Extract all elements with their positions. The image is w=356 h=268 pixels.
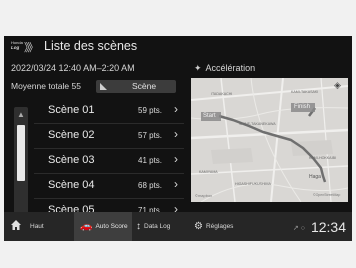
chevron-right-icon: › — [174, 152, 178, 166]
bottom-nav: Haut 🚗 Auto Score ↕ Data Log ⚙ Réglages ↗ ○… — [4, 212, 352, 241]
scene-row[interactable]: Scène 04 68 pts. › — [34, 174, 184, 199]
signal-icon: ↗ ○ — [292, 225, 305, 233]
header-bar: Honda Log 》》 Liste des scènes — [4, 36, 352, 56]
map-place-label: ITADAKACHI — [211, 92, 233, 96]
map-layers-icon[interactable]: ◈ — [334, 80, 341, 91]
page-title: Liste des scènes — [44, 39, 138, 53]
scroll-up-icon[interactable]: ▲ — [14, 107, 28, 123]
session-date-range: 2022/03/24 12:40 AM–2:20 AM — [11, 63, 135, 73]
map-finish-label: Finish — [294, 104, 311, 110]
map-place-label: KAMI-TAKASAKI — [291, 90, 319, 94]
corner-triangle-icon — [100, 83, 107, 90]
app-logo: Honda Log — [11, 40, 23, 50]
scene-row[interactable]: Scène 01 59 pts. › — [34, 99, 184, 124]
chevron-right-icon: › — [174, 127, 178, 141]
nav-data-log[interactable]: ↕ Data Log — [136, 212, 188, 241]
acceleration-icon: ✦ — [194, 63, 202, 73]
map-start-label: Start — [203, 113, 216, 119]
scene-tab[interactable]: Scène — [96, 80, 176, 93]
breadcrumb-chevrons: 》》 — [24, 42, 38, 54]
map-place-label: KAMI-HOKKAIBI — [309, 156, 336, 160]
scene-points: 59 pts. — [138, 106, 163, 115]
scene-points: 57 pts. — [138, 131, 163, 140]
total-average: Moyenne totale 55 — [11, 81, 81, 91]
scene-name: Scène 02 — [48, 129, 95, 141]
clock: 12:34 — [310, 219, 346, 235]
map-attribution: ©mapbox — [195, 193, 213, 198]
status-area: ↗ ○ 12:34 — [293, 219, 346, 235]
map-place-label: Haga — [309, 174, 321, 180]
scene-name: Scène 04 — [48, 179, 95, 191]
scene-name: Scène 03 — [48, 154, 95, 166]
chevron-right-icon: › — [174, 177, 178, 191]
scene-name: Scène 01 — [48, 104, 95, 116]
data-log-icon: ↕ — [136, 221, 141, 232]
scroll-thumb[interactable] — [17, 125, 25, 181]
map-place-label: KAMIYAMA — [199, 170, 218, 174]
scene-row[interactable]: Scène 02 57 pts. › — [34, 124, 184, 149]
app-screen: Honda Log 》》 Liste des scènes 2022/03/24… — [4, 36, 352, 241]
gear-icon: ⚙ — [194, 221, 203, 232]
route-map[interactable]: Start Finish ITADAKACHI KAMI-TAKASAKI SH… — [191, 78, 348, 202]
car-icon: 🚗 — [80, 221, 93, 232]
home-icon — [11, 220, 21, 230]
scene-points: 41 pts. — [138, 156, 163, 165]
scene-tab-label: Scène — [132, 81, 157, 91]
scene-points: 68 pts. — [138, 181, 163, 190]
map-place-label: HIGASHIFUKUSHIMA — [235, 182, 271, 186]
scene-row[interactable]: Scène 03 41 pts. › — [34, 149, 184, 174]
nav-settings[interactable]: ⚙ Réglages — [194, 212, 252, 241]
acceleration-label: ✦ Accélération — [194, 63, 256, 73]
chevron-right-icon: › — [174, 102, 178, 116]
nav-home[interactable]: Haut — [4, 212, 44, 241]
nav-auto-score[interactable]: 🚗 Auto Score — [74, 212, 132, 241]
map-attribution-osm: ©OpenStreetMap — [313, 193, 341, 197]
map-place-label: SHINE-TAKANEKAWA — [239, 122, 276, 126]
